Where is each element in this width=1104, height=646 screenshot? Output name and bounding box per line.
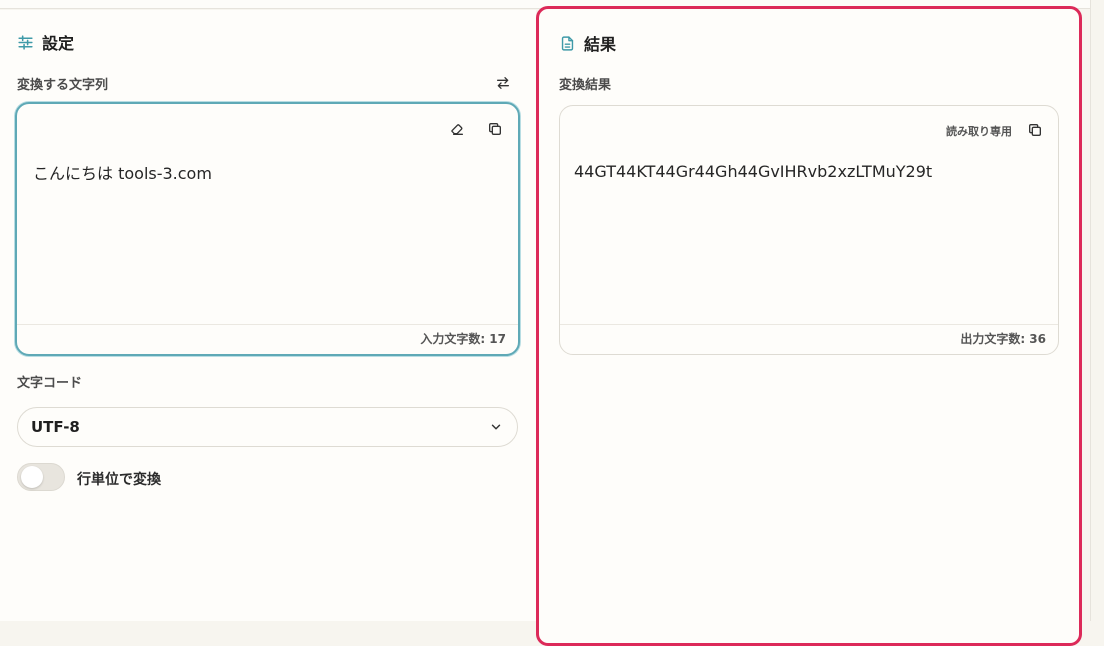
- output-textarea[interactable]: 読み取り専用 44GT44KT44Gr44Gh44GvIHRvb2xzLTMuY…: [559, 105, 1059, 355]
- encoding-label: 文字コード: [17, 372, 82, 391]
- settings-heading-text: 設定: [42, 30, 74, 54]
- readonly-badge: 読み取り専用: [946, 123, 1012, 139]
- encoding-select[interactable]: UTF-8: [17, 407, 518, 447]
- settings-heading: 設定: [17, 30, 74, 54]
- page-edge: [1090, 0, 1104, 621]
- encoding-selected-value: UTF-8: [31, 418, 80, 436]
- input-label: 変換する文字列: [17, 74, 108, 93]
- result-heading: 結果: [559, 31, 616, 55]
- copy-output-button[interactable]: [1024, 119, 1046, 141]
- input-char-count: 入力文字数: 17: [420, 330, 506, 347]
- copy-input-button[interactable]: [484, 118, 506, 140]
- result-heading-text: 結果: [584, 31, 616, 55]
- chevron-down-icon: [489, 420, 503, 434]
- eraser-icon: [449, 121, 465, 137]
- copy-icon: [1027, 122, 1043, 138]
- sliders-icon: [17, 34, 34, 51]
- output-text[interactable]: 44GT44KT44Gr44Gh44GvIHRvb2xzLTMuY29t: [574, 162, 932, 181]
- output-footer: 出力文字数: 36: [560, 324, 1058, 354]
- line-mode-toggle[interactable]: [17, 463, 65, 491]
- swap-arrows-icon: [495, 75, 511, 91]
- swap-button[interactable]: [492, 72, 514, 94]
- copy-icon: [487, 121, 503, 137]
- output-char-count: 出力文字数: 36: [960, 330, 1046, 347]
- settings-panel: 設定 変換する文字列 こんにちは tools-3.com 入力文字数: 17 文…: [0, 10, 536, 621]
- document-icon: [559, 35, 576, 52]
- line-mode-label: 行単位で変換: [77, 469, 161, 489]
- result-panel: 結果 変換結果 読み取り専用 44GT44KT44Gr44Gh44GvIHRvb…: [536, 6, 1082, 646]
- output-label: 変換結果: [559, 74, 611, 93]
- clear-button[interactable]: [446, 118, 468, 140]
- input-textarea[interactable]: こんにちは tools-3.com 入力文字数: 17: [15, 102, 520, 356]
- toggle-knob: [21, 466, 43, 488]
- input-footer: 入力文字数: 17: [17, 324, 518, 354]
- input-text[interactable]: こんにちは tools-3.com: [33, 160, 212, 184]
